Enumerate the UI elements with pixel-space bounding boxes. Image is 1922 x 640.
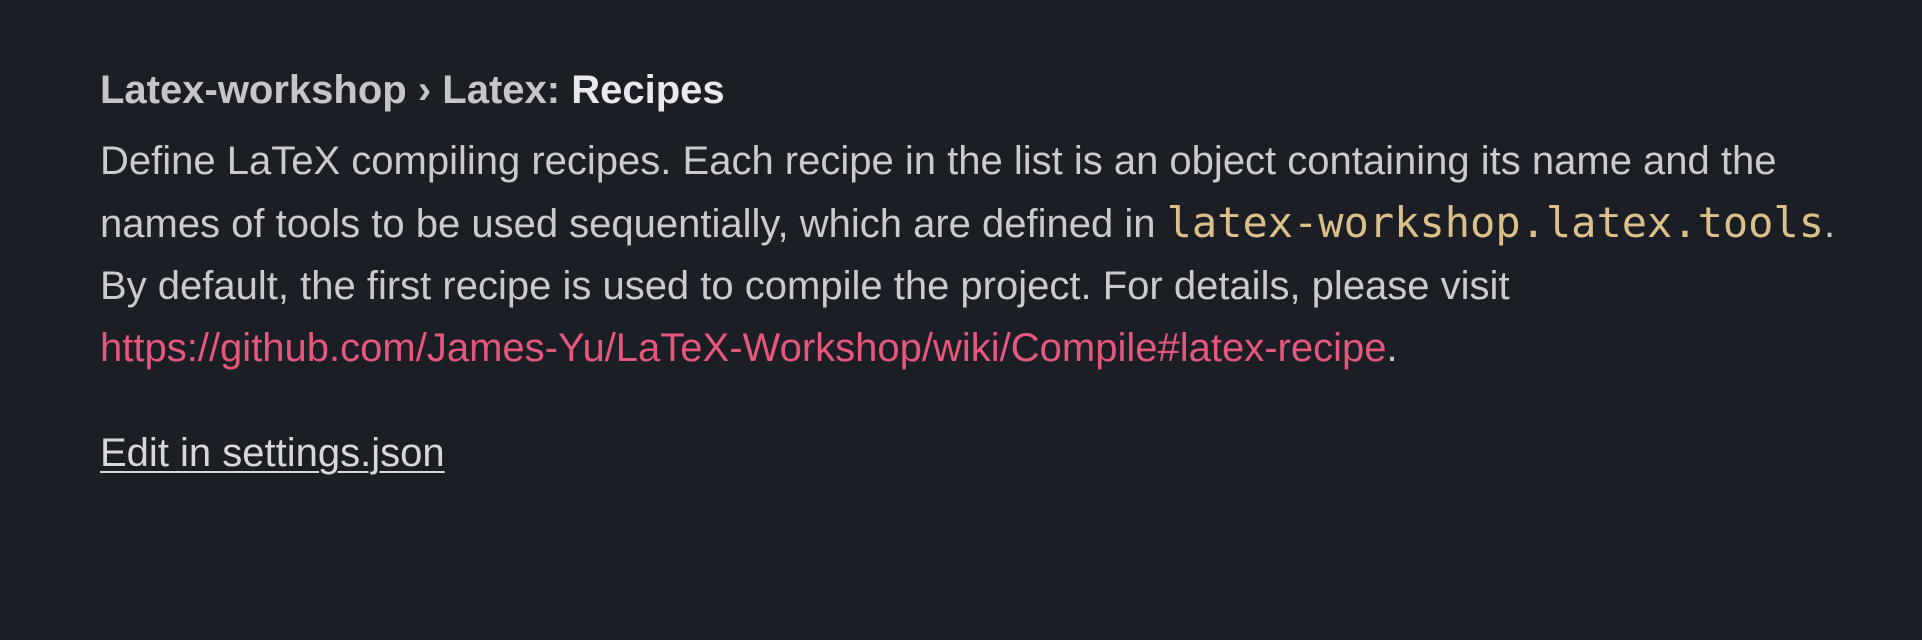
setting-category: Latex-workshop › Latex: — [100, 68, 572, 112]
documentation-link[interactable]: https://github.com/James-Yu/LaTeX-Worksh… — [100, 326, 1386, 370]
setting-title: Latex-workshop › Latex: Recipes — [100, 62, 1840, 118]
description-text-3: . — [1386, 326, 1398, 370]
code-reference: latex-workshop.latex.tools — [1166, 198, 1825, 247]
setting-name: Recipes — [571, 68, 725, 112]
edit-in-settings-json-link[interactable]: Edit in settings.json — [100, 427, 445, 479]
setting-item-latex-recipes: Latex-workshop › Latex: Recipes Define L… — [100, 62, 1840, 479]
setting-description: Define LaTeX compiling recipes. Each rec… — [100, 130, 1840, 379]
